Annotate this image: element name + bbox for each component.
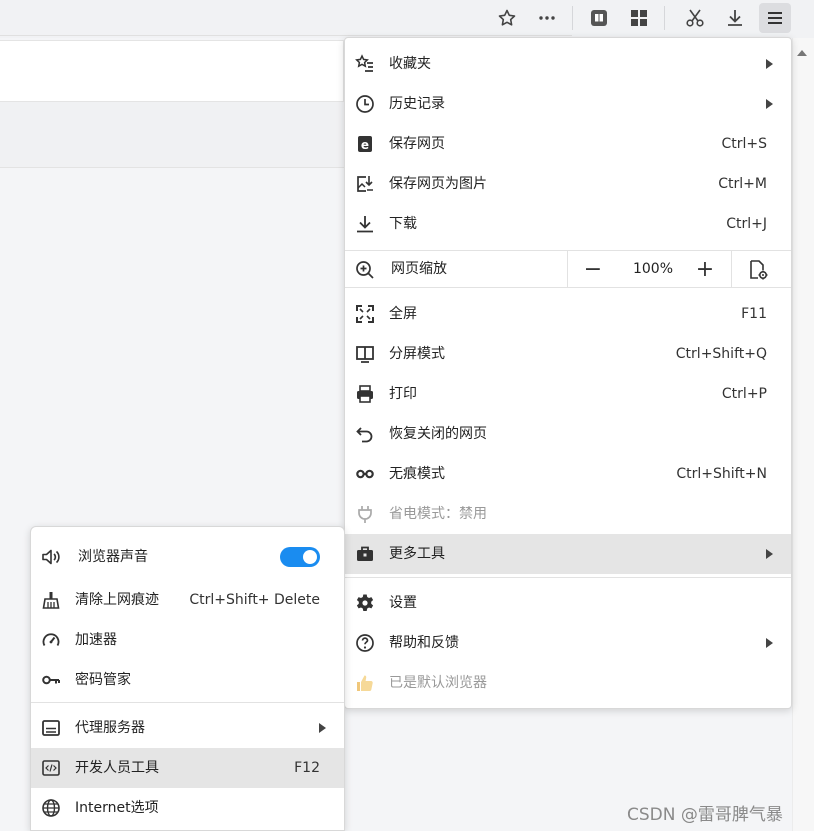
split-screen-icon xyxy=(355,344,375,364)
key-icon xyxy=(41,670,61,690)
download-icon xyxy=(355,214,375,234)
menu-item-save-image[interactable]: 保存网页为图片 Ctrl+M xyxy=(345,164,791,204)
toolbox-icon xyxy=(355,544,375,564)
zoom-in-button[interactable]: + xyxy=(691,255,719,283)
browser-toolbar xyxy=(0,0,814,38)
menu-item-power-saver: 省电模式：禁用 xyxy=(345,494,791,534)
svg-text:e: e xyxy=(361,138,369,152)
menu-icon[interactable] xyxy=(759,3,791,33)
scissors-icon[interactable] xyxy=(679,3,711,33)
star-icon[interactable] xyxy=(491,3,523,33)
history-icon xyxy=(355,94,375,114)
chevron-right-icon xyxy=(319,723,326,733)
zoom-level: 100% xyxy=(632,261,674,277)
proxy-icon xyxy=(41,718,61,738)
page-content-band xyxy=(0,102,344,168)
save-image-icon xyxy=(355,174,375,194)
more-tools-submenu: 浏览器声音 清除上网痕迹 Ctrl+Shift+ Delete 加速器 密码管家… xyxy=(30,526,345,831)
watermark: CSDN @雷哥脾气暴 xyxy=(627,805,783,825)
submenu-item-internet-options[interactable]: Internet选项 xyxy=(31,788,344,828)
more-icon[interactable] xyxy=(531,3,563,33)
menu-item-restore[interactable]: 恢复关闭的网页 xyxy=(345,414,791,454)
zoom-out-button[interactable]: − xyxy=(579,255,607,283)
menu-item-split-screen[interactable]: 分屏模式 Ctrl+Shift+Q xyxy=(345,334,791,374)
help-icon xyxy=(355,633,375,653)
zoom-settings-icon[interactable] xyxy=(747,259,769,281)
submenu-item-browser-sound[interactable]: 浏览器声音 xyxy=(31,537,344,577)
menu-item-incognito[interactable]: 无痕模式 Ctrl+Shift+N xyxy=(345,454,791,494)
thumbs-up-icon xyxy=(355,673,375,693)
submenu-item-password-manager[interactable]: 密码管家 xyxy=(31,660,344,700)
speedometer-icon xyxy=(41,630,61,650)
menu-item-more-tools[interactable]: 更多工具 xyxy=(345,534,791,574)
zoom-row: 网页缩放 − 100% + xyxy=(345,250,791,288)
menu-item-history[interactable]: 历史记录 xyxy=(345,84,791,124)
favorites-icon xyxy=(355,54,375,74)
page-content-box xyxy=(0,40,344,102)
menu-item-save-page[interactable]: e 保存网页 Ctrl+S xyxy=(345,124,791,164)
restore-icon xyxy=(355,424,375,444)
incognito-icon xyxy=(355,464,375,484)
menu-item-default-browser: 已是默认浏览器 xyxy=(345,663,791,703)
devtools-icon xyxy=(41,758,61,778)
menu-item-download[interactable]: 下载 Ctrl+J xyxy=(345,204,791,244)
settings-icon xyxy=(355,593,375,613)
chevron-right-icon xyxy=(766,638,773,648)
download-icon[interactable] xyxy=(719,3,751,33)
browser-sound-toggle[interactable] xyxy=(280,547,320,567)
fullscreen-icon xyxy=(355,304,375,324)
submenu-item-devtools[interactable]: 开发人员工具 F12 xyxy=(31,748,344,788)
scrollbar[interactable] xyxy=(792,38,814,831)
menu-item-print[interactable]: 打印 Ctrl+P xyxy=(345,374,791,414)
power-saver-icon xyxy=(355,504,375,524)
save-page-icon: e xyxy=(355,134,375,154)
reader-icon[interactable] xyxy=(583,3,615,33)
submenu-item-proxy[interactable]: 代理服务器 xyxy=(31,708,344,748)
menu-item-help[interactable]: 帮助和反馈 xyxy=(345,623,791,663)
menu-item-settings[interactable]: 设置 xyxy=(345,583,791,623)
main-menu: 收藏夹 历史记录 e 保存网页 Ctrl+S 保存网页为图片 Ctrl+M 下载… xyxy=(344,37,792,709)
chevron-right-icon xyxy=(766,549,773,559)
apps-icon[interactable] xyxy=(623,3,655,33)
broom-icon xyxy=(41,590,61,610)
globe-icon xyxy=(41,798,61,818)
print-icon xyxy=(355,384,375,404)
menu-item-favorites[interactable]: 收藏夹 xyxy=(345,44,791,84)
submenu-item-clear-history[interactable]: 清除上网痕迹 Ctrl+Shift+ Delete xyxy=(31,580,344,620)
address-area[interactable] xyxy=(0,0,572,36)
chevron-right-icon xyxy=(766,99,773,109)
scroll-up-arrow[interactable] xyxy=(797,50,807,56)
speaker-icon xyxy=(41,547,61,567)
chevron-right-icon xyxy=(766,59,773,69)
zoom-label: 网页缩放 xyxy=(391,261,447,277)
submenu-item-accelerator[interactable]: 加速器 xyxy=(31,620,344,660)
zoom-icon xyxy=(355,260,375,280)
menu-item-fullscreen[interactable]: 全屏 F11 xyxy=(345,294,791,334)
